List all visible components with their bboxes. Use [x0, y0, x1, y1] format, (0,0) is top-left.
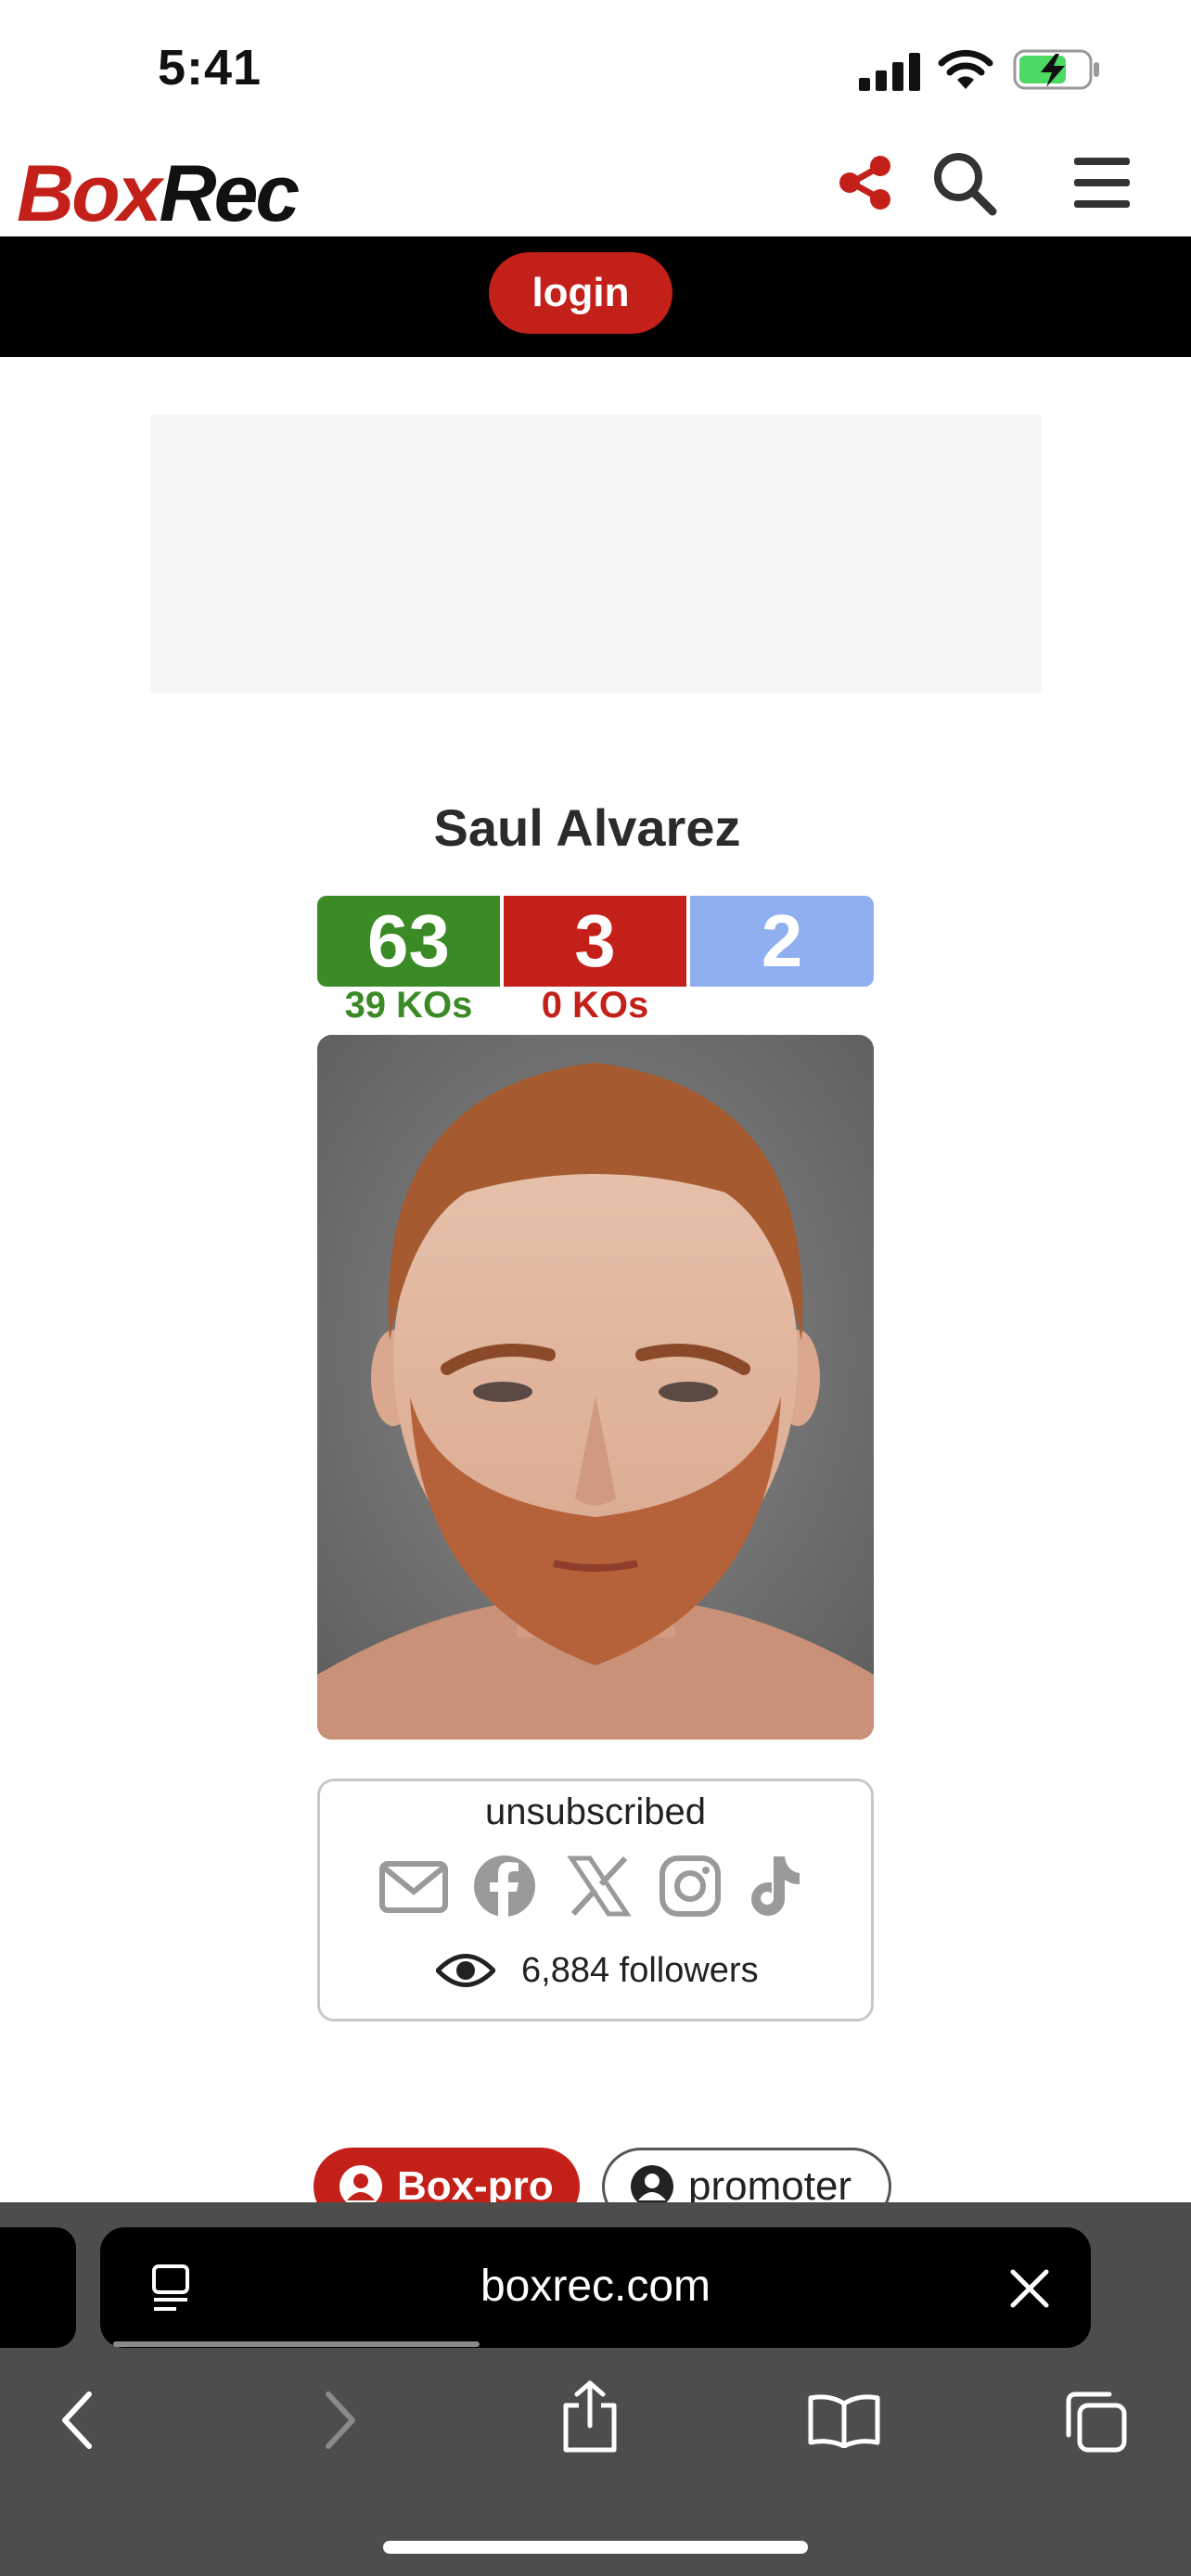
- previous-tab-preview[interactable]: [0, 2227, 76, 2348]
- boxrec-logo[interactable]: BoxRec: [17, 148, 300, 240]
- hamburger-menu-icon[interactable]: [1072, 156, 1132, 210]
- followers-count: 6,884 followers: [521, 1950, 759, 1990]
- home-indicator: [383, 2541, 808, 2554]
- wins-count: 63: [317, 896, 500, 987]
- url-text[interactable]: boxrec.com: [100, 2261, 1091, 2312]
- battery-charging-icon: [1013, 49, 1099, 90]
- instagram-icon[interactable]: [655, 1851, 725, 1921]
- forward-arrow-icon[interactable]: [321, 2391, 358, 2450]
- logo-box-text: Box: [17, 149, 161, 238]
- back-arrow-icon[interactable]: [59, 2391, 96, 2450]
- boxer-photo: [317, 1035, 874, 1740]
- boxer-name: Saul Alvarez: [433, 798, 741, 857]
- login-button[interactable]: login: [489, 252, 672, 334]
- ad-placeholder: [150, 414, 1042, 693]
- page-load-progress: [113, 2341, 480, 2347]
- tabs-icon[interactable]: [1063, 2389, 1128, 2454]
- subscription-status: unsubscribed: [485, 1792, 706, 1832]
- tiktok-icon[interactable]: [742, 1851, 813, 1921]
- losses-ko-count: 0 KOs: [541, 985, 649, 1026]
- followers-row: 6,884 followers: [436, 1943, 759, 1998]
- logo-rec-text: Rec: [159, 149, 300, 238]
- email-icon[interactable]: [378, 1851, 449, 1921]
- losses-count: 3: [504, 896, 686, 987]
- eye-icon: [436, 1954, 495, 1987]
- search-icon[interactable]: [931, 150, 998, 217]
- status-time: 5:41: [158, 40, 263, 96]
- cellular-signal-icon: [859, 52, 920, 91]
- share-icon[interactable]: [837, 154, 894, 211]
- x-icon[interactable]: [564, 1851, 634, 1921]
- draws-count: 2: [690, 896, 874, 987]
- wifi-icon: [938, 49, 993, 89]
- wins-ko-count: 39 KOs: [344, 985, 473, 1026]
- bookmarks-icon[interactable]: [807, 2392, 881, 2448]
- close-icon[interactable]: [1009, 2268, 1050, 2309]
- facebook-icon[interactable]: [469, 1851, 540, 1921]
- share-sheet-icon[interactable]: [560, 2379, 620, 2454]
